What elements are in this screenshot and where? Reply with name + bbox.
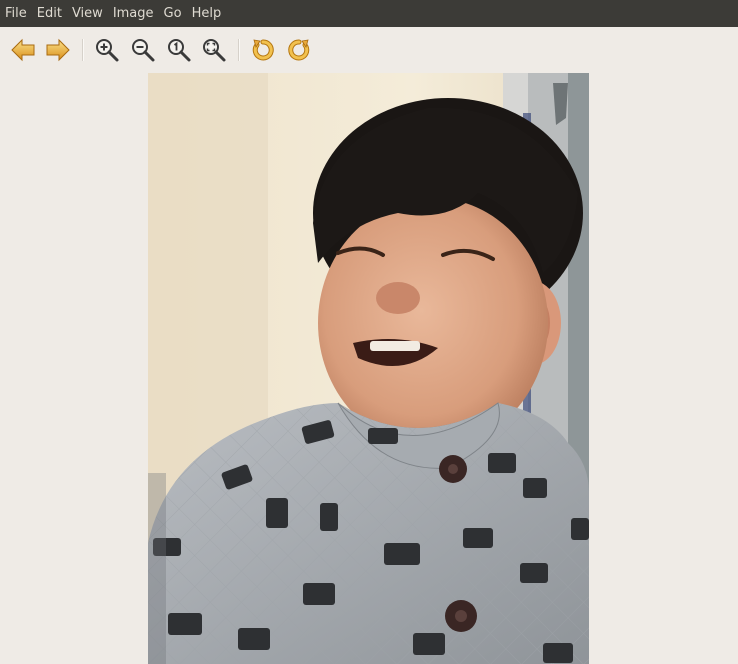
- arrow-right-icon: [46, 38, 70, 62]
- forward-button[interactable]: [44, 36, 72, 64]
- rotate-right-button[interactable]: [285, 36, 313, 64]
- zoom-normal-button[interactable]: [165, 36, 193, 64]
- rotate-left-button[interactable]: [249, 36, 277, 64]
- menu-edit[interactable]: Edit: [32, 0, 67, 27]
- toolbar-separator: [82, 39, 84, 61]
- zoom-fit-button[interactable]: [200, 36, 228, 64]
- zoom-out-button[interactable]: [129, 36, 157, 64]
- back-button[interactable]: [9, 36, 37, 64]
- menu-file[interactable]: File: [0, 0, 32, 27]
- zoom-in-button[interactable]: [93, 36, 121, 64]
- rotate-ccw-icon: [252, 39, 274, 61]
- rotate-cw-icon: [288, 39, 310, 61]
- zoom-original-icon: [168, 39, 191, 62]
- menu-image[interactable]: Image: [108, 0, 159, 27]
- toolbar-separator: [238, 39, 240, 61]
- zoom-out-icon: [132, 39, 155, 62]
- arrow-left-icon: [11, 38, 35, 62]
- image-view[interactable]: [148, 73, 589, 664]
- zoom-fit-icon: [203, 39, 226, 62]
- photo-child-smiling: [148, 73, 589, 664]
- menu-help[interactable]: Help: [187, 0, 227, 27]
- menubar: File Edit View Image Go Help: [0, 0, 738, 27]
- menu-go[interactable]: Go: [159, 0, 187, 27]
- toolbar: [0, 27, 738, 73]
- menu-view[interactable]: View: [67, 0, 108, 27]
- zoom-in-icon: [96, 39, 119, 62]
